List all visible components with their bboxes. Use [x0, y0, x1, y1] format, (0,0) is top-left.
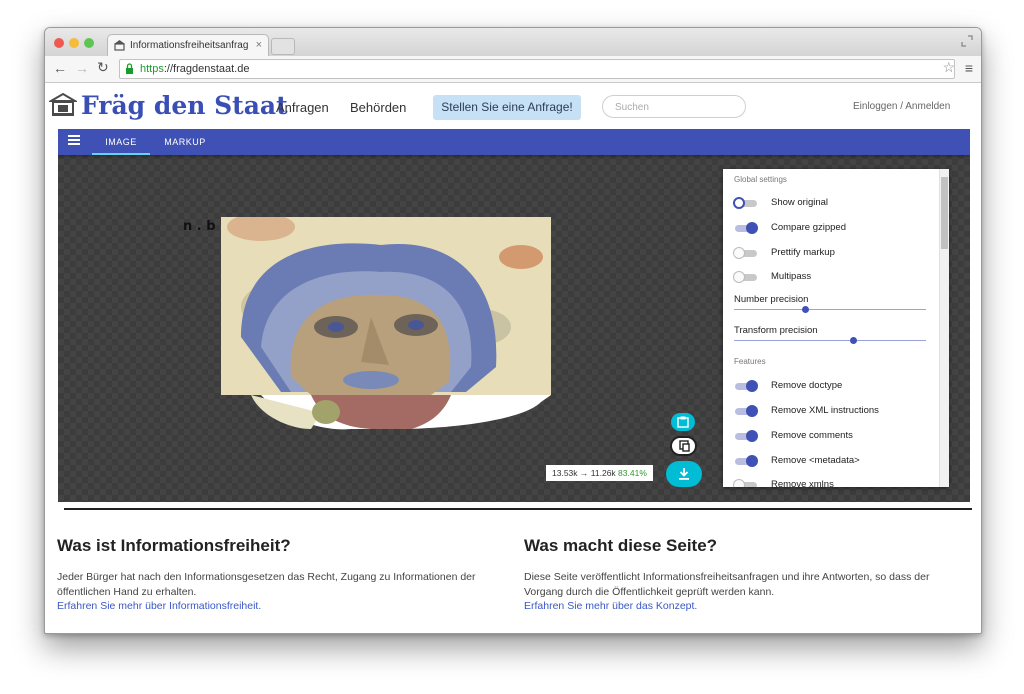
info-left-text: Jeder Bürger hat nach den Informationsge… [57, 571, 476, 598]
site-header: Fräg den Staat Anfragen Behörden Stellen… [45, 84, 981, 130]
nav-link-behoerden[interactable]: Behörden [350, 100, 406, 115]
optimized-image-preview [221, 217, 551, 430]
toggle-label: Remove XML instructions [771, 405, 879, 416]
browser-tab-strip: Informationsfreiheitsanfrag × [45, 28, 981, 57]
toggle-prettify-markup[interactable]: Prettify markup [733, 246, 934, 262]
login-link[interactable]: Einloggen / Anmelden [853, 101, 950, 112]
global-settings-heading: Global settings [734, 175, 787, 184]
scribble-text: n . b [183, 219, 216, 234]
settings-scrollbar[interactable] [939, 169, 949, 487]
toggle-label: Compare gzipped [771, 222, 846, 233]
app-bar: IMAGE MARKUP [58, 129, 970, 155]
hamburger-menu-icon[interactable] [68, 135, 80, 145]
size-before: 13.53k [552, 468, 578, 478]
info-right-text: Diese Seite veröffentlicht Informationsf… [524, 571, 930, 598]
new-tab-button[interactable] [271, 38, 295, 55]
paste-button[interactable] [671, 413, 695, 431]
settings-panel: Global settings Show original Compare gz… [723, 169, 949, 487]
toggle-remove-xml-instructions[interactable]: Remove XML instructions [734, 404, 934, 420]
toggle-label: Remove doctype [771, 380, 843, 391]
bookmark-star-icon[interactable]: ☆ [942, 59, 955, 76]
toggle-label: Remove xmlns [771, 479, 834, 487]
svgomg-app: IMAGE MARKUP n . b Global settings Show … [58, 129, 970, 502]
close-tab-icon[interactable]: × [256, 39, 262, 51]
toggle-remove-comments[interactable]: Remove comments [734, 429, 934, 445]
clipboard-icon [677, 416, 689, 428]
maximize-window-button[interactable] [84, 38, 94, 48]
section-divider [64, 508, 972, 510]
site-logo-icon[interactable] [49, 92, 77, 118]
slider-knob[interactable] [802, 306, 809, 313]
close-window-button[interactable] [54, 38, 64, 48]
slider-label: Transform precision [734, 325, 818, 336]
size-percent: 83.41% [618, 468, 647, 478]
address-text: https://fragdenstaat.de [140, 63, 249, 75]
site-brand[interactable]: Fräg den Staat [81, 91, 288, 120]
site-favicon-icon [114, 40, 125, 51]
browser-menu-icon[interactable]: ≡ [965, 60, 973, 76]
browser-window: Informationsfreiheitsanfrag × ← → ↻ http… [44, 27, 982, 634]
tab-markup[interactable]: MARKUP [156, 129, 214, 155]
copy-icon [678, 440, 690, 452]
toggle-compare-gzipped[interactable]: Compare gzipped [734, 221, 934, 237]
features-heading: Features [734, 357, 766, 366]
tab-image[interactable]: IMAGE [92, 129, 150, 155]
info-left-title: Was ist Informationsfreiheit? [57, 536, 291, 555]
toggle-label: Multipass [771, 271, 812, 282]
size-stats: 13.53k → 11.26k 83.41% [546, 465, 653, 481]
minimize-window-button[interactable] [69, 38, 79, 48]
info-left-link[interactable]: Erfahren Sie mehr über Informationsfreih… [57, 600, 261, 612]
toggle-remove-doctype[interactable]: Remove doctype [734, 379, 934, 395]
copy-button[interactable] [670, 436, 697, 456]
download-icon [679, 468, 689, 480]
toggle-label: Remove <metadata> [771, 455, 860, 466]
info-right-title: Was macht diese Seite? [524, 536, 718, 555]
toggle-show-original[interactable]: Show original [733, 196, 934, 212]
toggle-multipass[interactable]: Multipass [733, 270, 934, 286]
address-bar[interactable]: https://fragdenstaat.de [119, 59, 955, 79]
search-input[interactable]: Suchen [602, 95, 746, 118]
size-after: 11.26k [590, 468, 616, 478]
forward-arrow-icon[interactable]: → [75, 60, 89, 76]
toggle-label: Prettify markup [771, 247, 835, 258]
toggle-remove-metadata[interactable]: Remove <metadata> [734, 454, 934, 470]
download-button[interactable] [666, 461, 702, 487]
size-arrow: → [579, 468, 589, 478]
toggle-label: Show original [771, 197, 829, 208]
url-scheme: https [140, 63, 164, 75]
toggle-remove-xmlns[interactable]: Remove xmlns [733, 478, 934, 487]
create-request-button[interactable]: Stellen Sie eine Anfrage! [433, 95, 581, 120]
browser-toolbar: ← → ↻ https://fragdenstaat.de ☆ ≡ [45, 56, 981, 83]
toggle-label: Remove comments [771, 430, 853, 441]
url-host: ://fragdenstaat.de [163, 63, 250, 75]
info-right-link[interactable]: Erfahren Sie mehr über das Konzept. [524, 600, 697, 612]
lock-icon [126, 63, 133, 74]
reload-icon[interactable]: ↻ [97, 59, 109, 76]
browser-tab[interactable]: Informationsfreiheitsanfrag × [107, 34, 269, 57]
slider-label: Number precision [734, 294, 809, 305]
fullscreen-icon[interactable] [961, 35, 973, 47]
browser-tab-title: Informationsfreiheitsanfrag [130, 40, 248, 51]
slider-knob[interactable] [850, 337, 857, 344]
back-arrow-icon[interactable]: ← [53, 60, 67, 76]
nav-link-anfragen[interactable]: Anfragen [276, 100, 329, 115]
